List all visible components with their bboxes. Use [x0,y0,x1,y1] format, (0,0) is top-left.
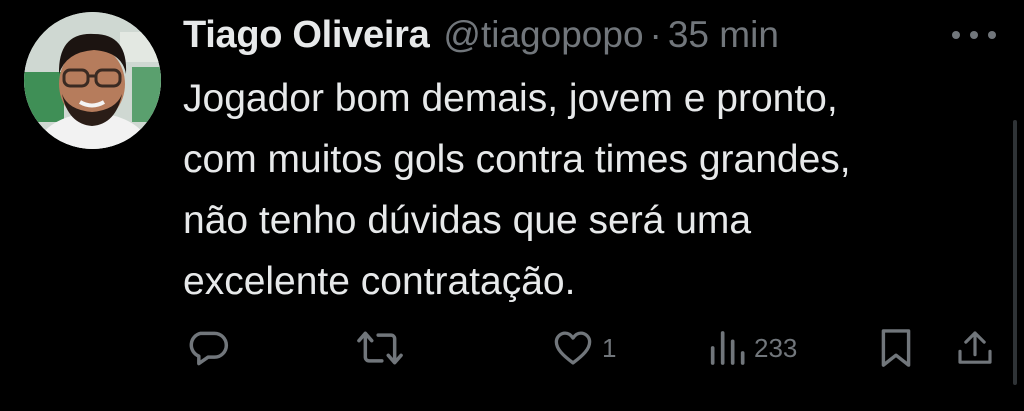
timestamp[interactable]: 35 min [668,14,779,56]
retweet-button[interactable] [356,318,404,378]
more-options-icon[interactable] [952,23,996,47]
separator-dot: · [649,14,662,55]
views-icon [710,331,745,365]
views-button[interactable]: 233 [706,318,797,378]
bookmark-icon [881,329,911,367]
retweet-icon [357,331,403,365]
author-name[interactable]: Tiago Oliveira [183,14,430,57]
action-bar: 1 233 [0,318,1024,378]
reply-icon [189,331,229,366]
like-count: 1 [602,332,617,363]
tweet-text-line: Jogador bom demais, jovem e pronto, [183,77,838,120]
share-icon [958,331,992,364]
author-handle[interactable]: @tiagopopo [443,14,643,56]
avatar[interactable] [24,12,161,149]
scrollbar[interactable] [1013,120,1017,385]
heart-icon [554,331,592,365]
tweet-text: Jogador bom demais, jovem e pronto, com … [183,68,983,312]
share-button[interactable] [955,318,995,378]
tweet-text-line: com muitos gols contra times grandes, [183,138,851,181]
tweet[interactable]: Tiago Oliveira @tiagopopo · 35 min Jogad… [0,0,1024,411]
tweet-text-line: não tenho dúvidas que será uma [183,199,752,242]
views-count: 233 [754,332,798,363]
like-button[interactable]: 1 [552,318,616,378]
avatar-photo [24,12,161,149]
reply-button[interactable] [186,318,230,378]
tweet-header: Tiago Oliveira @tiagopopo · 35 min [183,10,779,60]
bookmark-button[interactable] [878,318,914,378]
tweet-text-line: excelente contratação. [183,260,576,303]
